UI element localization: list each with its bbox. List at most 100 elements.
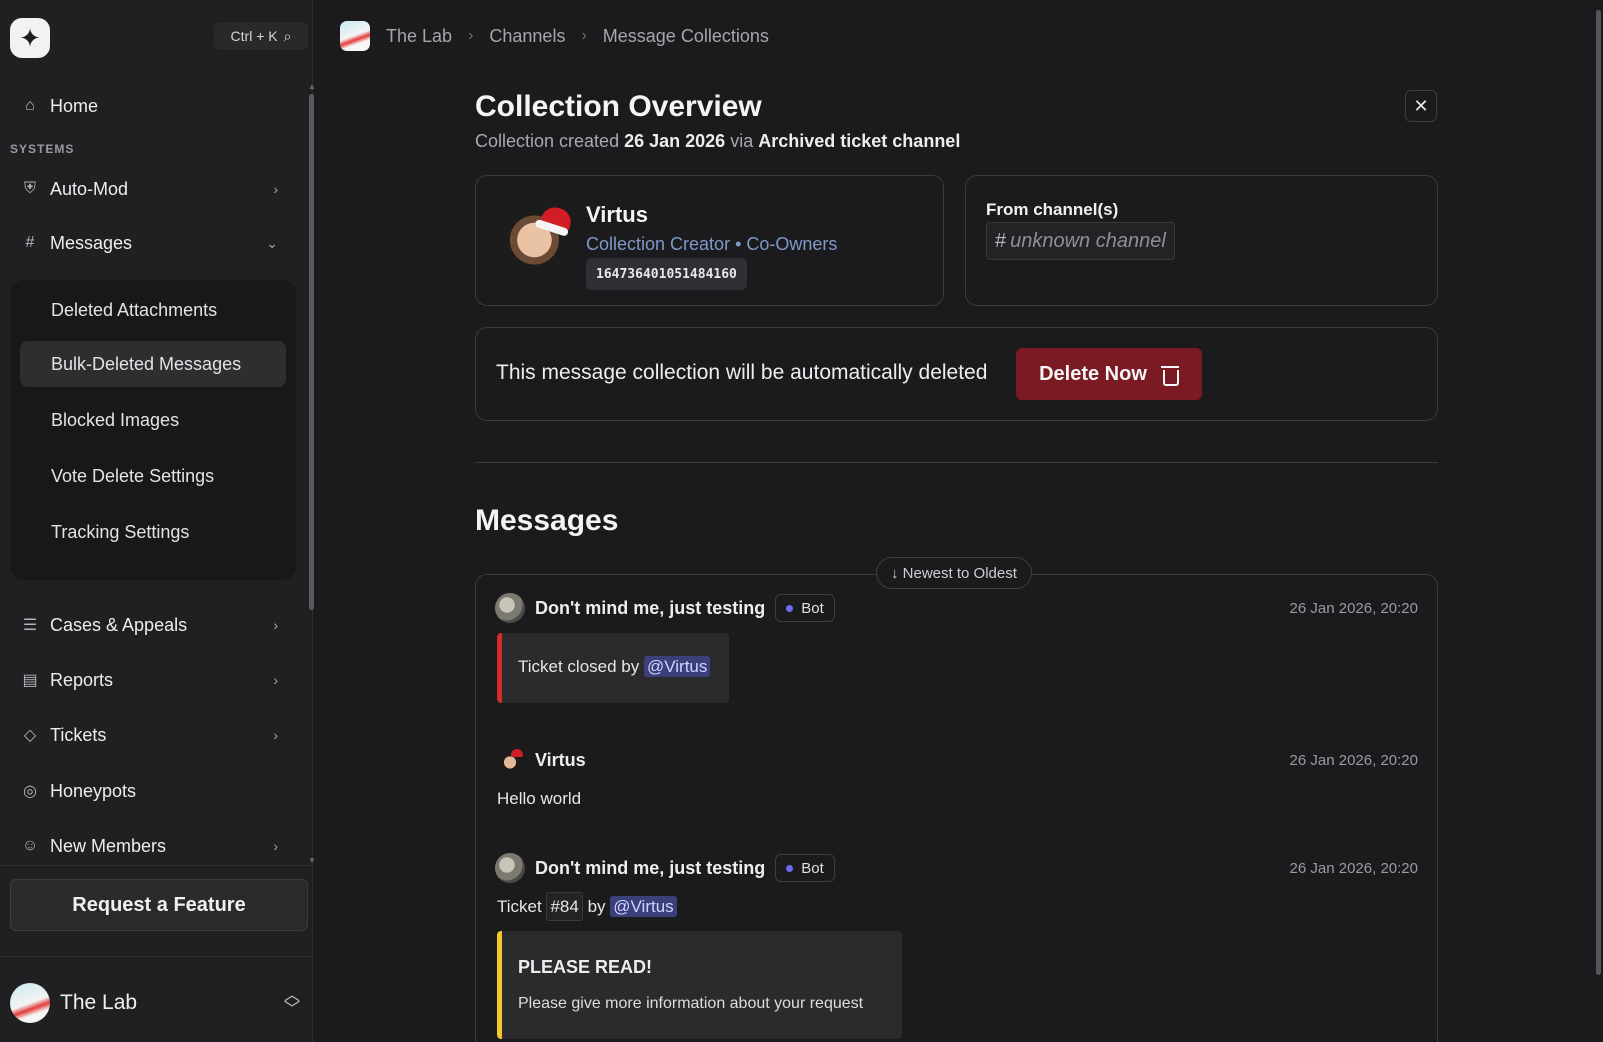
message-header: Don't mind me, just testing Bot (495, 593, 835, 623)
close-button[interactable]: ✕ (1405, 90, 1437, 122)
bot-badge-label: Bot (801, 859, 824, 877)
sidebar-divider (0, 865, 313, 866)
server-avatar (10, 983, 50, 1023)
page-title: Collection Overview (475, 90, 762, 123)
submenu-label: Vote Delete Settings (51, 465, 215, 486)
sidebar-item-cases[interactable]: ☰ Cases & Appeals › (20, 605, 290, 645)
reports-icon: ▤ (22, 672, 38, 689)
avatar (496, 196, 576, 276)
home-icon: ⌂ (25, 97, 35, 114)
chevron-right-icon: › (273, 838, 278, 854)
embed-text: Ticket closed by @Virtus (518, 656, 711, 677)
messages-submenu: Deleted Attachments Bulk-Deleted Message… (10, 280, 296, 580)
search-shortcut-label: Ctrl + K (230, 28, 278, 44)
sidebar-item-label: Home (50, 95, 99, 116)
channel-chip[interactable]: # unknown channel (986, 222, 1175, 260)
server-name: The Lab (60, 991, 138, 1014)
chevron-right-icon: › (581, 27, 587, 44)
sidebar-item-label: Cases & Appeals (50, 614, 188, 635)
submenu-item-vote-delete[interactable]: Vote Delete Settings (20, 453, 286, 499)
server-avatar (340, 21, 370, 51)
avatar[interactable] (495, 593, 525, 623)
submenu-item-deleted-attachments[interactable]: Deleted Attachments (20, 287, 286, 333)
auto-delete-card: This message collection will be automati… (475, 327, 1438, 421)
message-timestamp: 26 Jan 2026, 20:20 (1289, 600, 1418, 617)
ticket-by: by (587, 897, 606, 916)
section-label: SYSTEMS (10, 142, 75, 156)
created-date: 26 Jan 2026 (624, 131, 726, 151)
message-embed: Ticket closed by @Virtus (497, 633, 729, 703)
scroll-up-arrow[interactable]: ▲ (308, 82, 316, 91)
automod-icon: ⛨ (23, 180, 36, 197)
embed-text-prefix: Ticket closed by (518, 657, 640, 676)
message-timestamp: 26 Jan 2026, 20:20 (1289, 860, 1418, 877)
sidebar-divider (0, 956, 313, 957)
sidebar-item-automod[interactable]: ⛨ Auto-Mod › (20, 169, 290, 209)
sidebar-item-tickets[interactable]: ◇ Tickets › (20, 715, 290, 755)
submenu-item-tracking[interactable]: Tracking Settings (20, 509, 286, 555)
new-members-icon: ☺ (21, 837, 39, 854)
creator-card: Virtus Collection Creator • Co-Owners 16… (475, 175, 944, 306)
divider (475, 462, 1438, 463)
search-shortcut[interactable]: Ctrl + K ⌕ (214, 22, 308, 50)
scroll-down-arrow[interactable]: ▼ (308, 856, 316, 865)
honeypot-icon: ◎ (23, 783, 37, 800)
message-text: Ticket #84 by @Virtus (497, 892, 677, 921)
auto-delete-text: This message collection will be automati… (496, 361, 988, 384)
channel-label: From channel(s) (986, 200, 1119, 219)
collection-created: Collection created 26 Jan 2026 via Archi… (475, 131, 960, 152)
ticket-prefix: Ticket (497, 897, 542, 916)
message-text: Hello world (497, 789, 582, 808)
delete-now-button[interactable]: Delete Now (1016, 348, 1202, 400)
chevron-right-icon: › (273, 617, 278, 633)
sort-toggle[interactable]: ↓ Newest to Oldest (876, 557, 1032, 589)
embed-title: PLEASE READ! (518, 957, 653, 977)
breadcrumb: The Lab › Channels › Message Collections (340, 20, 769, 52)
submenu-item-blocked-images[interactable]: Blocked Images (20, 397, 286, 443)
avatar[interactable] (495, 853, 525, 883)
sidebar-item-label: New Members (50, 835, 167, 856)
search-icon: ⌕ (283, 27, 292, 44)
server-switcher[interactable]: The Lab ︿ ﹀ (10, 982, 308, 1024)
message-timestamp: 26 Jan 2026, 20:20 (1289, 752, 1418, 769)
submenu-item-bulk-deleted[interactable]: Bulk-Deleted Messages (20, 341, 286, 387)
messages-title: Messages (475, 504, 619, 537)
message-author[interactable]: Virtus (535, 750, 586, 771)
creator-id[interactable]: 164736401051484160 (586, 258, 747, 290)
chevron-right-icon: › (273, 181, 278, 197)
sidebar-item-label: Reports (50, 669, 114, 690)
sidebar-item-label: Messages (50, 232, 133, 253)
avatar[interactable] (495, 745, 525, 775)
updown-icon: ︿ ﹀ (283, 986, 300, 1018)
via-source: Archived ticket channel (758, 131, 961, 151)
ticket-reference[interactable]: #84 (546, 892, 583, 921)
sidebar-scrollbar[interactable] (309, 94, 314, 610)
submenu-label: Blocked Images (51, 409, 180, 430)
sidebar-item-honeypots[interactable]: ◎ Honeypots (20, 771, 290, 811)
message-embed: PLEASE READ! Please give more informatio… (497, 931, 902, 1039)
sidebar: ✦ Ctrl + K ⌕ ⌂ Home SYSTEMS ⛨ Auto-Mod ›… (0, 0, 316, 1042)
sidebar-item-reports[interactable]: ▤ Reports › (20, 660, 290, 700)
hash-icon: # (25, 234, 35, 251)
logo-icon[interactable]: ✦ (10, 18, 50, 58)
request-feature-button[interactable]: Request a Feature (10, 879, 308, 931)
user-mention[interactable]: @Virtus (610, 896, 677, 917)
message-author[interactable]: Don't mind me, just testing (535, 598, 765, 619)
message-author[interactable]: Don't mind me, just testing (535, 858, 765, 879)
bot-dot (786, 604, 794, 612)
sidebar-item-new-members[interactable]: ☺ New Members › (20, 826, 290, 866)
sidebar-item-label: Auto-Mod (50, 178, 129, 199)
sidebar-item-messages[interactable]: # Messages ⌄ (20, 223, 290, 263)
user-mention[interactable]: @Virtus (643, 656, 711, 677)
submenu-label: Bulk-Deleted Messages (51, 353, 242, 374)
sidebar-item-home[interactable]: ⌂ Home (20, 86, 290, 126)
bot-dot (786, 864, 794, 872)
breadcrumb-server[interactable]: The Lab (386, 26, 452, 47)
breadcrumb-channels[interactable]: Channels (489, 26, 565, 47)
chevron-right-icon: › (273, 672, 278, 688)
message-header: Don't mind me, just testing Bot (495, 853, 835, 883)
page-scrollbar[interactable] (1596, 10, 1601, 975)
creator-role: Collection Creator • Co-Owners (586, 234, 838, 254)
breadcrumb-current: Message Collections (602, 25, 769, 46)
chevron-down-icon: ⌄ (266, 234, 278, 251)
